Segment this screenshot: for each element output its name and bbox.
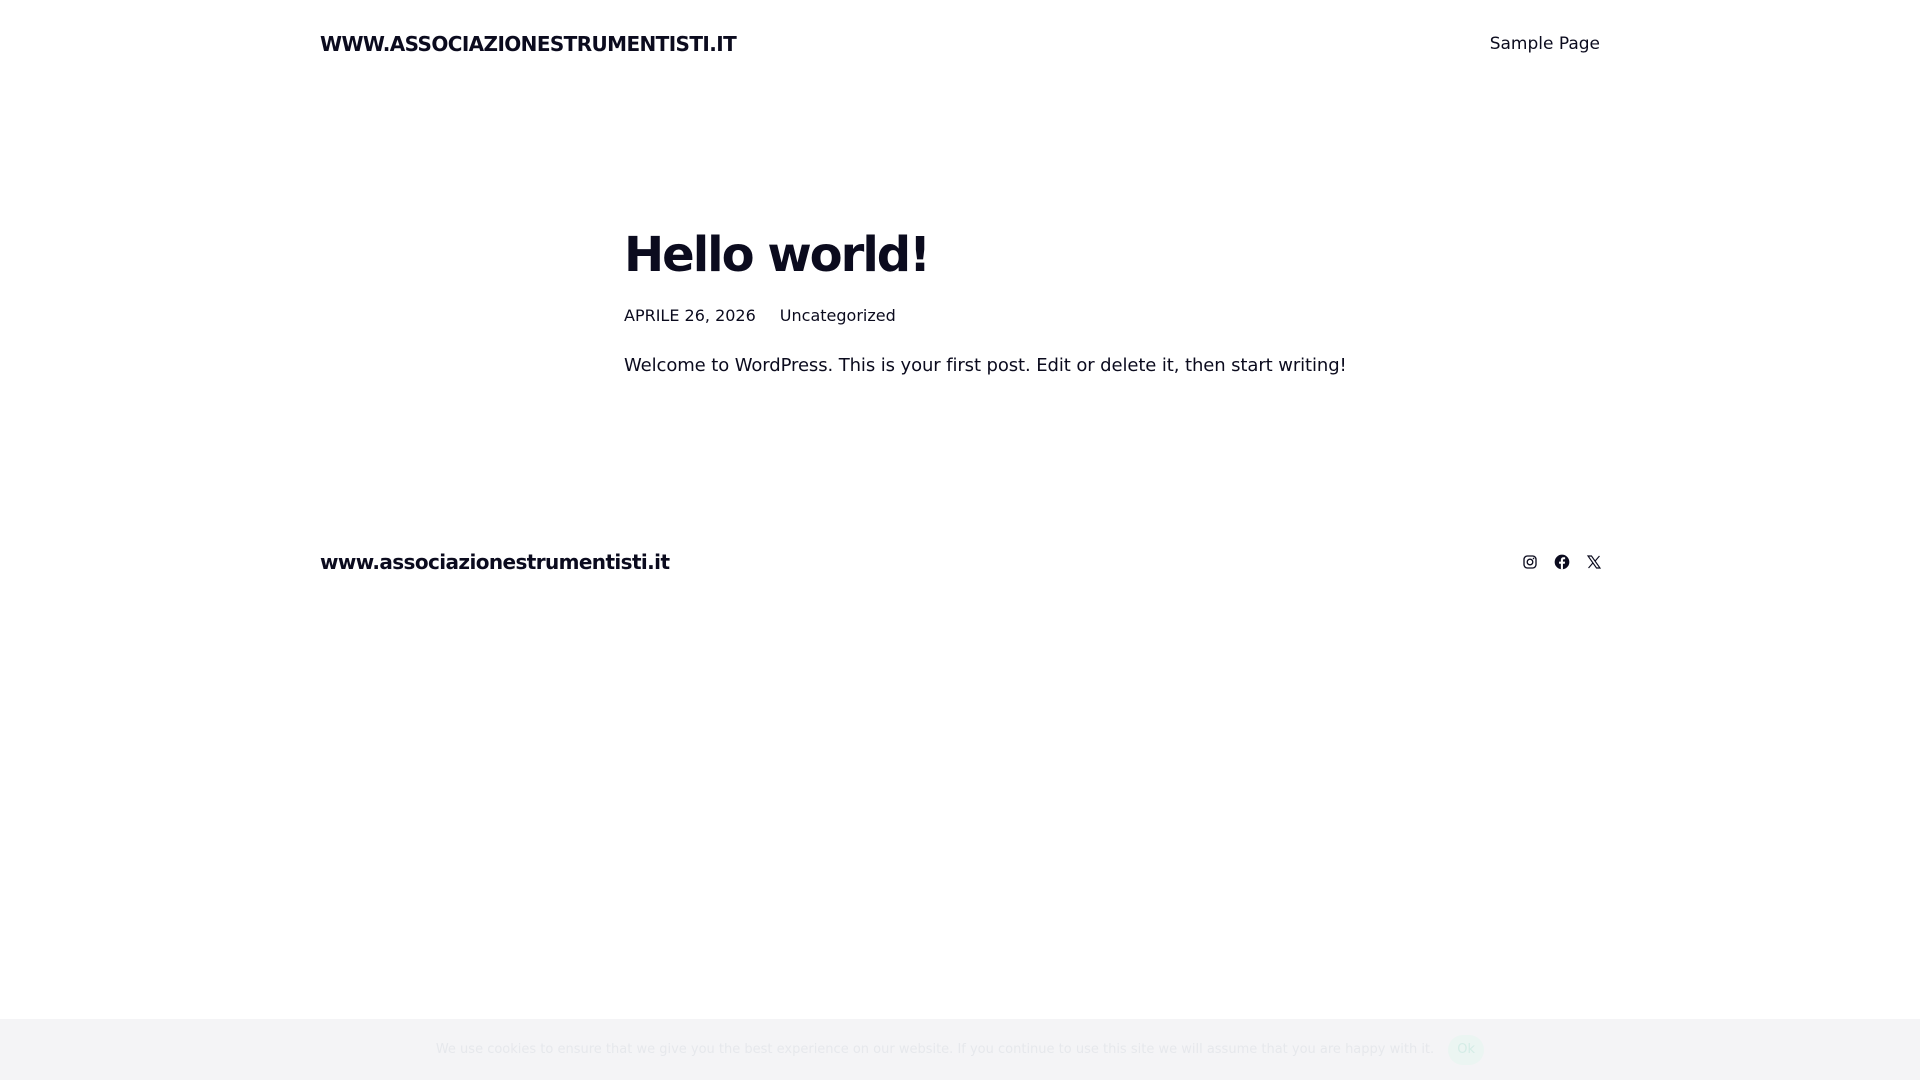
facebook-icon[interactable] xyxy=(1554,554,1570,570)
cookie-ok-button[interactable]: Ok xyxy=(1448,1034,1485,1065)
primary-nav: Sample Page xyxy=(1490,34,1600,54)
footer-site-title-link[interactable]: www.associazionestrumentisti.it xyxy=(320,550,670,574)
post-title: Hello world! xyxy=(624,227,931,283)
nav-item-sample-page[interactable]: Sample Page xyxy=(1490,34,1600,54)
site-header: WWW.ASSOCIAZIONESTRUMENTISTI.IT Sample P… xyxy=(320,30,1600,58)
post: Hello world! APRILE 26, 2026 Uncategoriz… xyxy=(624,224,1384,376)
site-footer: www.associazionestrumentisti.it xyxy=(320,548,1602,576)
site-title-link[interactable]: WWW.ASSOCIAZIONESTRUMENTISTI.IT xyxy=(320,32,737,56)
post-content: Welcome to WordPress. This is your first… xyxy=(624,355,1347,376)
social-links xyxy=(1522,554,1602,570)
post-meta: APRILE 26, 2026 Uncategorized xyxy=(624,306,1384,325)
instagram-icon[interactable] xyxy=(1522,554,1538,570)
post-category-link[interactable]: Uncategorized xyxy=(780,306,896,325)
cookie-consent-bar: We use cookies to ensure that we give yo… xyxy=(0,1019,1920,1080)
post-date: APRILE 26, 2026 xyxy=(624,306,756,325)
cookie-consent-text: We use cookies to ensure that we give yo… xyxy=(435,1042,1435,1057)
page: WWW.ASSOCIAZIONESTRUMENTISTI.IT Sample P… xyxy=(0,0,1920,1080)
x-icon[interactable] xyxy=(1586,554,1602,570)
